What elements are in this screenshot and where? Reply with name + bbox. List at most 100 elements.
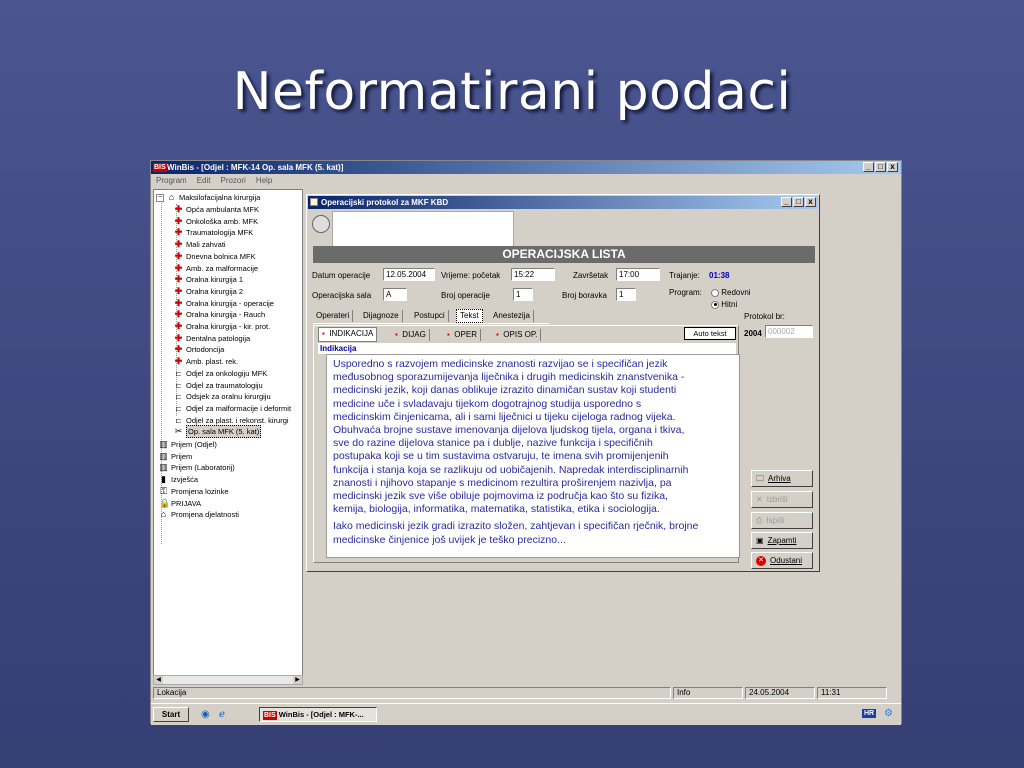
tree-item[interactable]: ✚ Dnevna bolnica MFK — [174, 251, 256, 262]
program-redovni-radio[interactable]: Redovni — [711, 288, 751, 297]
tree-item[interactable]: ⌂ Promjena djelatnosti — [159, 509, 239, 520]
auto-tekst-button[interactable]: Auto tekst — [684, 327, 736, 340]
indikacija-textarea[interactable]: Usporedno s razvojem medicinske znanosti… — [326, 354, 740, 558]
tree-item-label: Oralna kirurgija 1 — [186, 275, 244, 285]
browser-icon[interactable]: ℯ — [219, 709, 225, 720]
datum-field[interactable]: 12.05.2004 — [383, 268, 435, 281]
sala-field[interactable]: A — [383, 288, 407, 301]
cancel-icon: ✕ — [756, 555, 766, 566]
tree-item[interactable]: ✚ Oralna kirurgija 1 — [174, 274, 243, 285]
tree-root[interactable]: − ⌂ Maksilofacijalna kirurgija — [156, 192, 260, 203]
tree-item[interactable]: 🔒 PRIJAVA — [159, 498, 201, 509]
trajanje-value: 01:38 — [709, 271, 730, 280]
tree-item[interactable]: ▥ Prijem (Odjel) — [159, 439, 217, 450]
bed-icon: ⊏ — [175, 403, 182, 413]
menu-help[interactable]: Help — [256, 175, 272, 187]
quicklaunch-icon[interactable]: ◉ — [201, 709, 210, 720]
tree-item-label: Prijem (Odjel) — [171, 440, 217, 449]
tree-item[interactable]: ⊏ Odjel za traumatologiju — [174, 380, 263, 391]
building-icon: ▥ — [159, 450, 168, 461]
scroll-left-icon[interactable]: ◀ — [154, 676, 163, 684]
vrijeme-field[interactable]: 15:22 — [511, 268, 555, 281]
program-hitni-radio[interactable]: Hitni — [711, 300, 737, 309]
tekst-panel: ▪ INDIKACIJA ▪ DIJAG ▪ OPER ▪ OPIS OP. A… — [313, 325, 740, 563]
tree-item[interactable]: ▥ Prijem — [159, 451, 192, 462]
tree-item[interactable]: ✚ Onkološka amb. MFK — [174, 216, 258, 227]
ispisi-button[interactable]: ⎙ Ispiši — [751, 512, 813, 529]
close-button[interactable]: x — [887, 162, 898, 172]
patient-info-box — [332, 211, 514, 248]
bed-icon: ⊏ — [175, 368, 182, 378]
tab-operateri[interactable]: Operateri — [313, 310, 354, 322]
scroll-right-icon[interactable]: ▶ — [293, 676, 302, 684]
broj-boravka-field[interactable]: 1 — [616, 288, 636, 301]
text-line: kemija, biologija, informatika, matemati… — [333, 503, 660, 516]
tree-item[interactable]: ✂ Op. sala MFK (5. kat) — [174, 425, 262, 439]
tab-dijagnoze[interactable]: Dijagnoze — [360, 310, 403, 322]
tree-item[interactable]: ✚ Oralna kirurgija - operacije — [174, 298, 274, 309]
subtabs: ▪ INDIKACIJA ▪ DIJAG ▪ OPER ▪ OPIS OP. — [318, 327, 568, 342]
dialog-close-button[interactable]: x — [805, 197, 816, 207]
menu-program[interactable]: Program — [156, 175, 187, 187]
subtab-dijag[interactable]: ▪ DIJAG — [392, 329, 430, 341]
collapse-icon[interactable]: − — [156, 193, 164, 202]
text-line: međusobnog sporazumijevanja liječnika i … — [333, 371, 685, 384]
broj-operacije-field[interactable]: 1 — [513, 288, 533, 301]
list-header: OPERACIJSKA LISTA — [313, 246, 815, 263]
arhiva-button[interactable]: 🗀 Arhiva — [751, 470, 813, 487]
tree-item-label: Odsjek za oralnu kirurgiju — [186, 392, 271, 402]
print-icon: ⎙ — [756, 516, 763, 525]
bed-icon: ⊏ — [175, 380, 182, 390]
subtab-opis-op[interactable]: ▪ OPIS OP. — [493, 329, 542, 341]
tree-item[interactable]: ✚ Amb. za malformacije — [174, 263, 258, 274]
red-cross-icon: ✚ — [174, 356, 183, 367]
tree-item[interactable]: ✚ Mali zahvati — [174, 239, 226, 250]
tab-tekst[interactable]: Tekst — [456, 309, 483, 323]
menu-prozori[interactable]: Prozori — [220, 175, 245, 187]
tab-anestezija[interactable]: Anestezija — [490, 310, 534, 322]
bed-icon: ⊏ — [175, 415, 182, 425]
red-cross-icon: ✚ — [174, 309, 183, 320]
tree-item[interactable]: ✚ Oralna kirurgija - kir. prot. — [174, 321, 270, 332]
odustani-button[interactable]: ✕ Odustani — [751, 552, 813, 569]
izbrisi-button[interactable]: ✕ Izbriši — [751, 491, 813, 508]
menu-edit[interactable]: Edit — [197, 175, 211, 187]
tree-item[interactable]: ⚿ Promjena lozinke — [159, 486, 228, 497]
tree-item[interactable]: ⊏ Odjel za malformacije i deformit — [174, 403, 291, 414]
scissors-icon: ✂ — [174, 426, 183, 437]
tree-item-label: Dentalna patologija — [186, 333, 251, 343]
protokol-number-field[interactable]: 000002 — [765, 325, 813, 338]
minimize-button[interactable]: _ — [863, 162, 874, 172]
subtab-oper[interactable]: ▪ OPER — [444, 329, 481, 341]
tree-item[interactable]: ✚ Traumatologija MFK — [174, 227, 254, 238]
task-winbis[interactable]: BIS WinBis - [Odjel : MFK-... — [259, 707, 377, 722]
dialog-minimize-button[interactable]: _ — [781, 197, 792, 207]
start-button[interactable]: Start — [153, 707, 189, 722]
zapamti-button[interactable]: ▣ Zapamti — [751, 532, 813, 549]
tree-item[interactable]: ✚ Ortodoncija — [174, 344, 225, 355]
tray-icon[interactable]: ⚙ — [884, 708, 893, 719]
save-icon: ▣ — [756, 536, 764, 545]
tab-postupci[interactable]: Postupci — [411, 310, 449, 322]
tree-item[interactable]: ✚ Dentalna patologija — [174, 333, 251, 344]
tree-item[interactable]: ▥ Prijem (Laboratorij) — [159, 462, 235, 473]
tree-item[interactable]: ⊏ Odsjek za oralnu kirurgiju — [174, 391, 271, 402]
taskbar: Start ◉ ℯ BIS WinBis - [Odjel : MFK-... … — [151, 703, 901, 725]
tree-item[interactable]: ▮ Izvješća — [159, 474, 198, 485]
chart-icon: ▮ — [161, 474, 166, 485]
tree-item[interactable]: ✚ Opća ambulanta MFK — [174, 204, 259, 215]
language-indicator[interactable]: HR — [862, 709, 877, 718]
subtab-indikacija[interactable]: ▪ INDIKACIJA — [318, 327, 378, 342]
tree-horizontal-scrollbar[interactable]: ◀ ▶ — [153, 675, 303, 685]
tree-item-label: Oralna kirurgija - operacije — [186, 298, 274, 308]
bed-icon: ⊏ — [175, 392, 182, 402]
tree-item[interactable]: ✚ Amb. plast. rek. — [174, 356, 238, 367]
red-cross-icon: ✚ — [174, 274, 183, 285]
zavrsetak-field[interactable]: 17:00 — [616, 268, 660, 281]
tree-item[interactable]: ✚ Oralna kirurgija 2 — [174, 286, 243, 297]
dialog-maximize-button[interactable]: □ — [793, 197, 804, 207]
tree-item[interactable]: ✚ Oralna kirurgija - Rauch — [174, 309, 265, 320]
tree-item[interactable]: ⊏ Odjel za plast. i rekonst. kirurgi — [174, 415, 288, 426]
maximize-button[interactable]: □ — [875, 162, 886, 172]
tree-item[interactable]: ⊏ Odjel za onkologiju MFK — [174, 368, 267, 379]
